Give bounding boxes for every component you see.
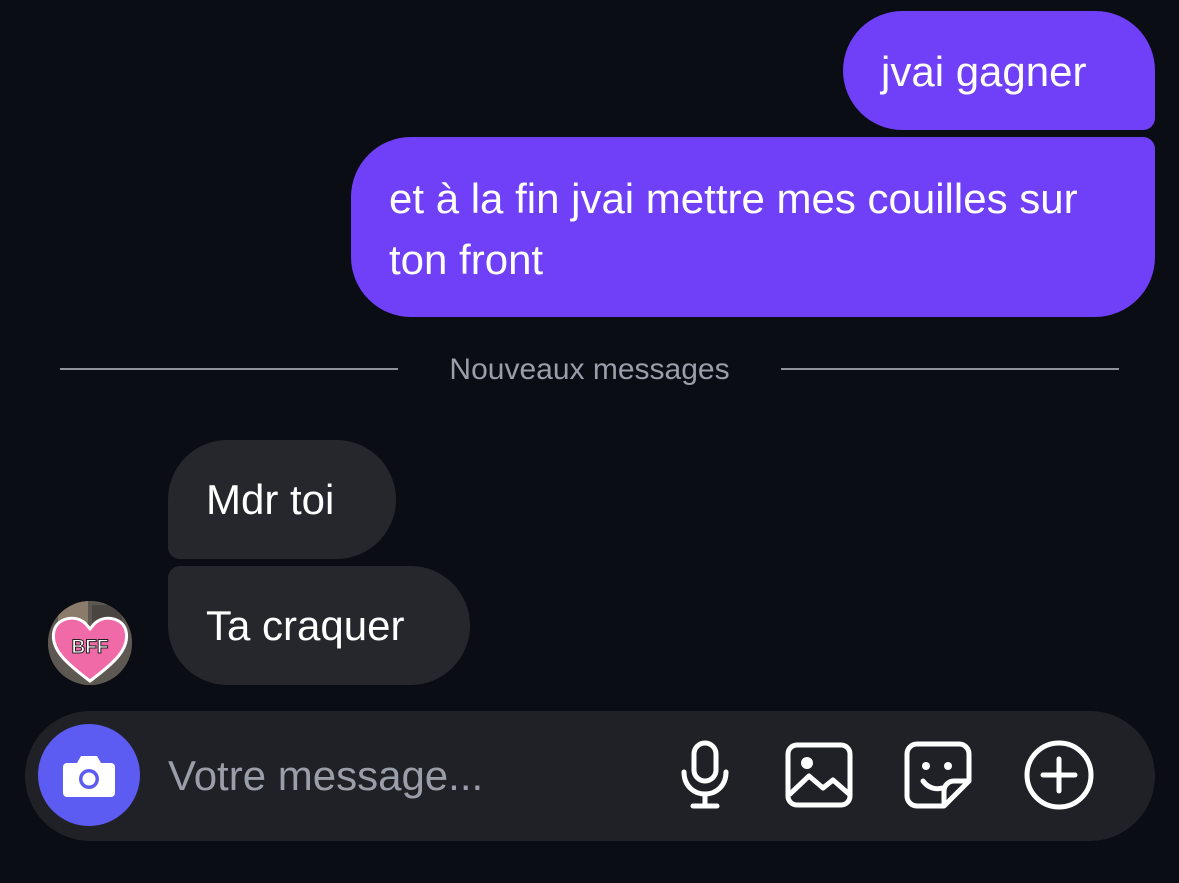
- gallery-icon: [785, 742, 853, 808]
- new-messages-divider: Nouveaux messages: [449, 353, 730, 386]
- sticker-icon: [904, 741, 972, 809]
- message-text: et à la fin jvai mettre mes couilles sur…: [389, 175, 1078, 283]
- chat-screen: jvai gagner et à la fin jvai mettre mes …: [0, 0, 1179, 883]
- message-input[interactable]: [168, 745, 638, 807]
- sent-message-bubble[interactable]: jvai gagner: [843, 11, 1155, 130]
- bff-heart-icon: BFF: [48, 601, 132, 685]
- camera-button[interactable]: [38, 724, 140, 826]
- divider-line-right: [781, 368, 1119, 370]
- plus-circle-icon: [1024, 740, 1094, 810]
- microphone-icon: [681, 740, 729, 809]
- avatar[interactable]: BFF: [48, 601, 132, 685]
- message-text: Ta craquer: [206, 602, 405, 649]
- avatar-badge-text: BFF: [72, 637, 109, 658]
- gallery-button[interactable]: [781, 737, 857, 813]
- sent-message-bubble[interactable]: et à la fin jvai mettre mes couilles sur…: [351, 137, 1155, 317]
- received-message-bubble[interactable]: Ta craquer: [168, 566, 470, 685]
- sticker-button[interactable]: [900, 737, 976, 813]
- camera-icon: [63, 756, 115, 797]
- received-message-bubble[interactable]: Mdr toi: [168, 440, 396, 559]
- message-text: jvai gagner: [881, 48, 1087, 95]
- message-text: Mdr toi: [206, 476, 335, 523]
- microphone-button[interactable]: [667, 737, 743, 813]
- divider-line-left: [60, 368, 398, 370]
- add-button[interactable]: [1021, 737, 1097, 813]
